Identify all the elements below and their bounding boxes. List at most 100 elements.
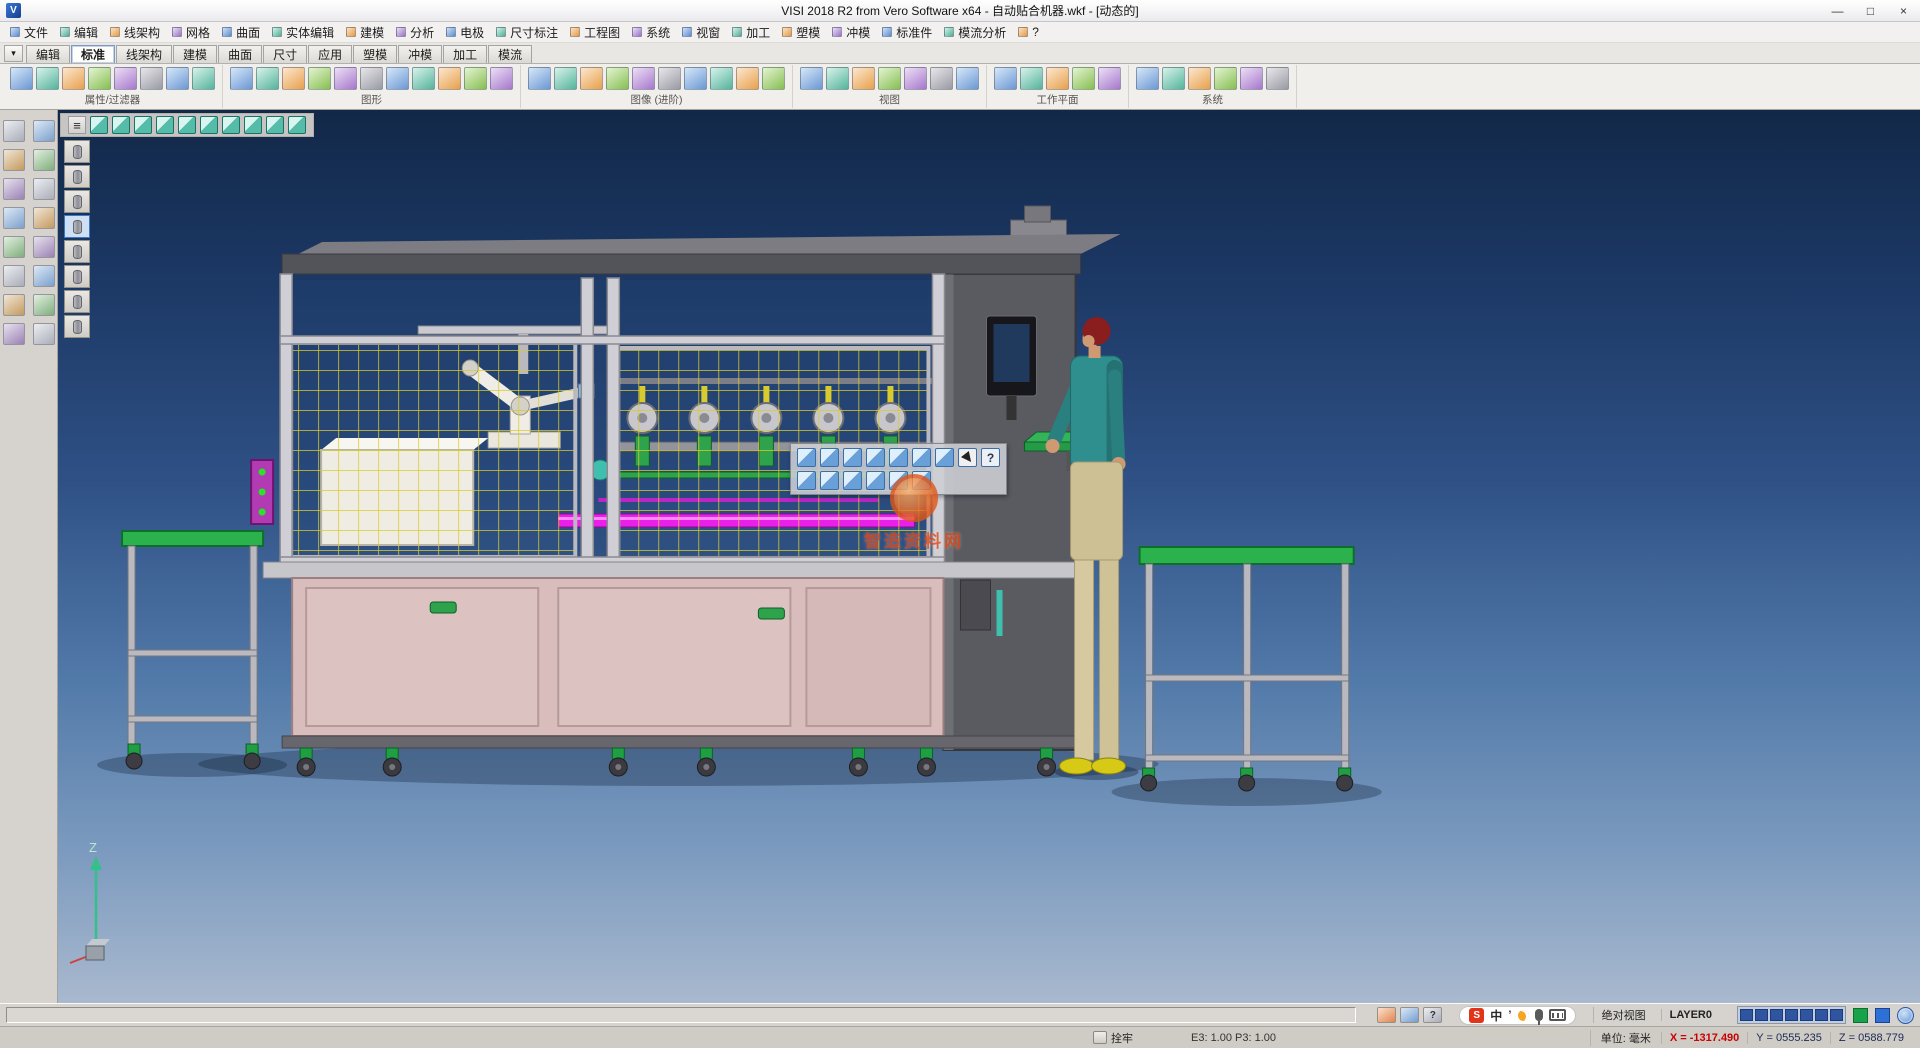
spline-icon[interactable] (386, 67, 409, 90)
workspace-tab[interactable]: 标准 (71, 45, 115, 63)
workplane-rotate-icon[interactable] (1072, 67, 1095, 90)
hidden-line-icon[interactable] (580, 67, 603, 90)
view-right-icon[interactable] (866, 448, 885, 467)
knife-icon[interactable] (33, 149, 55, 171)
menu-item[interactable]: 编辑 (54, 22, 104, 43)
visibility-icon[interactable] (166, 67, 189, 90)
menu-item[interactable]: 模流分析 (938, 22, 1012, 43)
ime-logo-icon[interactable]: S (1469, 1008, 1484, 1023)
rotate-view-icon[interactable] (930, 67, 953, 90)
workspace-tab[interactable]: 应用 (308, 45, 352, 63)
front-view-icon[interactable] (112, 116, 130, 134)
view-se-icon[interactable] (820, 471, 839, 490)
close-button[interactable]: × (1887, 0, 1920, 21)
view-nw-icon[interactable] (866, 471, 885, 490)
menu-item[interactable]: 尺寸标注 (490, 22, 564, 43)
view-sw-icon[interactable] (797, 471, 816, 490)
filter-annotation-icon[interactable] (64, 315, 90, 338)
offset-icon[interactable] (490, 67, 513, 90)
zoom-window-icon[interactable] (826, 67, 849, 90)
view-rotate-icon[interactable] (912, 471, 931, 490)
pointer-select-icon[interactable] (3, 120, 25, 142)
zoom-in-icon[interactable] (852, 67, 875, 90)
options-icon[interactable] (1240, 67, 1263, 90)
zoom-out-icon[interactable] (878, 67, 901, 90)
lighting-icon[interactable] (710, 67, 733, 90)
sheet-icon[interactable] (33, 207, 55, 229)
workspace-tab[interactable]: 模流 (488, 45, 532, 63)
iso-view-icon[interactable] (90, 116, 108, 134)
workplane-origin-icon[interactable] (1046, 67, 1069, 90)
view-axon-icon[interactable] (889, 471, 908, 490)
ime-punctuation-icon[interactable]: ’ (1508, 1008, 1511, 1022)
trim-icon[interactable] (33, 120, 55, 142)
print-icon[interactable] (3, 236, 25, 258)
properties-icon[interactable] (10, 67, 33, 90)
snap-settings-icon[interactable] (1136, 67, 1159, 90)
help-icon[interactable] (981, 448, 1000, 467)
line-icon[interactable] (256, 67, 279, 90)
menu-item[interactable]: 文件 (4, 22, 54, 43)
measure-icon[interactable] (1214, 67, 1237, 90)
ime-keyboard-icon[interactable] (1549, 1009, 1566, 1021)
active-layer-indicator[interactable]: LAYER0 (1661, 1009, 1720, 1021)
app-icon[interactable]: V (6, 3, 21, 18)
menu-item[interactable]: 塑模 (776, 22, 826, 43)
menu-item[interactable]: 工程图 (564, 22, 626, 43)
filter-face-icon[interactable] (64, 215, 90, 238)
workspace-tab[interactable]: 线架构 (116, 45, 172, 63)
menu-item[interactable]: 视窗 (676, 22, 726, 43)
circle-icon[interactable] (308, 67, 331, 90)
modify-icon[interactable] (3, 178, 25, 200)
view-front-icon[interactable] (797, 448, 816, 467)
material-icon[interactable] (736, 67, 759, 90)
zoom-fit-icon[interactable] (800, 67, 823, 90)
menu-item[interactable]: 加工 (726, 22, 776, 43)
workplane-icon[interactable] (994, 67, 1017, 90)
left-view-icon[interactable] (200, 116, 218, 134)
filter-mesh-icon[interactable] (64, 290, 90, 313)
wireframe-view-icon[interactable] (554, 67, 577, 90)
menu-item[interactable]: 网格 (166, 22, 216, 43)
menu-item[interactable]: 冲模 (826, 22, 876, 43)
ime-microphone-icon[interactable] (1535, 1009, 1543, 1021)
palette-icon[interactable] (33, 323, 55, 345)
ime-language-indicator[interactable]: 中 (1490, 1007, 1502, 1024)
minimize-button[interactable]: — (1821, 0, 1854, 21)
sketch-icon[interactable] (33, 178, 55, 200)
filter-line-icon[interactable] (64, 165, 90, 188)
workspace-tab[interactable]: 尺寸 (263, 45, 307, 63)
dimension-icon[interactable] (3, 265, 25, 287)
viewport-3d[interactable]: Z ≡ (58, 110, 1920, 1003)
workspace-tab[interactable]: 塑模 (353, 45, 397, 63)
workspace-tab[interactable]: 冲模 (398, 45, 442, 63)
status-help-icon[interactable] (1423, 1007, 1442, 1023)
cube-view-icon[interactable] (3, 294, 25, 316)
iso-ne-view-icon[interactable] (266, 116, 284, 134)
menu-item[interactable]: 标准件 (876, 22, 938, 43)
pointer-icon[interactable] (958, 448, 977, 467)
workspace-tab[interactable]: 曲面 (218, 45, 262, 63)
polyline-icon[interactable] (360, 67, 383, 90)
system-help-icon[interactable] (1266, 67, 1289, 90)
menu-item[interactable]: 建模 (340, 22, 390, 43)
solid-view-icon[interactable] (3, 207, 25, 229)
command-prompt-field[interactable] (6, 1007, 1356, 1023)
document-icon[interactable] (33, 236, 55, 258)
view-iso-icon[interactable] (935, 448, 954, 467)
right-view-icon[interactable] (222, 116, 240, 134)
view-top-icon[interactable] (889, 448, 908, 467)
view-bottom-icon[interactable] (912, 448, 931, 467)
point-icon[interactable] (230, 67, 253, 90)
previous-view-icon[interactable] (956, 67, 979, 90)
entity-filter-icon[interactable] (140, 67, 163, 90)
arc-icon[interactable] (282, 67, 305, 90)
menu-item[interactable]: 线架构 (104, 22, 166, 43)
menu-item[interactable]: 电极 (440, 22, 490, 43)
grid-icon[interactable] (3, 149, 25, 171)
view-menu-icon[interactable]: ≡ (68, 116, 86, 134)
dynamic-rotate-icon[interactable] (288, 116, 306, 134)
view-back-icon[interactable] (820, 448, 839, 467)
workspace-tab[interactable]: 建模 (173, 45, 217, 63)
filter-point-icon[interactable] (64, 140, 90, 163)
